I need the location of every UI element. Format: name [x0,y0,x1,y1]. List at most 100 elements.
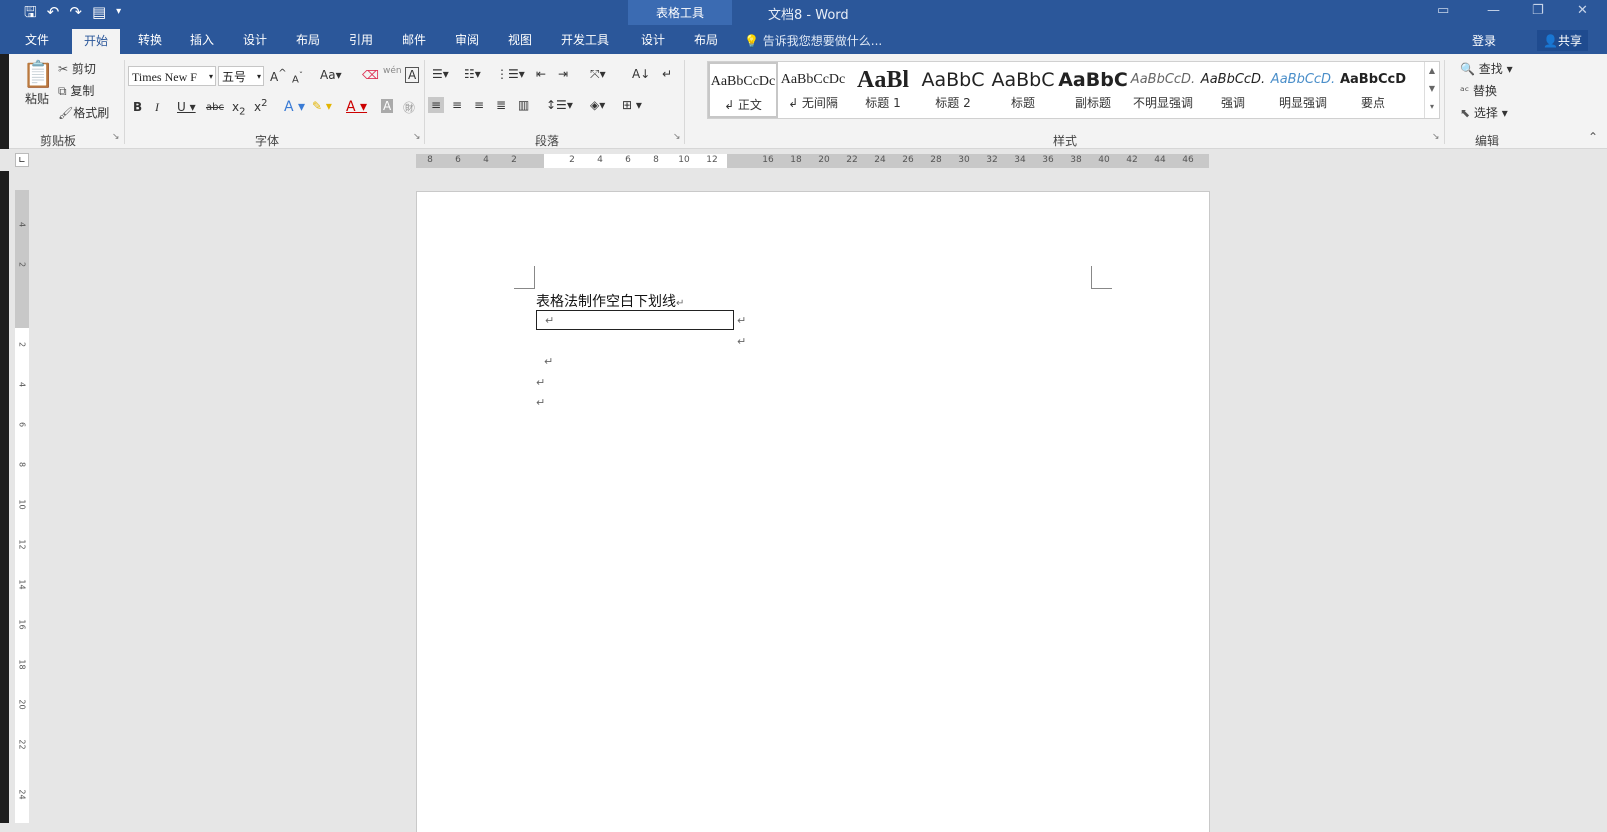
text-effects-icon[interactable]: A ▾ [284,99,305,115]
subscript-button[interactable]: x2 [232,100,245,117]
gallery-more-icon[interactable]: ▾ [1425,98,1439,116]
style-subtle-emphasis[interactable]: AaBbCcD. 不明显强调 [1128,62,1198,118]
numbering-icon[interactable]: ☷▾ [464,67,481,81]
vertical-ruler[interactable]: 4 2 2 4 6 8 10 12 14 16 18 20 22 24 [15,190,29,823]
gallery-scroll[interactable]: ▲ ▼ ▾ [1424,62,1439,118]
close-icon[interactable]: ✕ [1577,3,1588,18]
format-painter-button[interactable]: 🖌格式刷 [58,104,109,121]
chevron-down-icon[interactable]: ▼ [1425,80,1439,98]
grow-font-button[interactable]: A^ [270,68,287,84]
superscript-button[interactable]: x2 [254,98,267,114]
line-spacing-icon[interactable]: ↕☰▾ [546,98,573,112]
editing-group-label: 编辑 [1475,134,1500,148]
increase-indent-icon[interactable]: ⇥ [558,67,568,81]
login-link[interactable]: 登录 [1472,32,1496,49]
enclose-characters-icon[interactable]: ㊖ [403,99,415,116]
tab-home[interactable]: 开始 [72,29,121,55]
align-left-icon[interactable]: ≡ [428,97,445,113]
tab-layout[interactable]: 布局 [296,31,320,48]
margin-corner-mark [514,266,535,289]
style-intense-emphasis[interactable]: AaBbCcD. 明显强调 [1268,62,1338,118]
chinese-layout-icon[interactable]: ⤧▾ [590,67,606,82]
clipboard-group-label: 剪贴板 [40,134,77,148]
style-heading-1[interactable]: AaBl 标题 1 [848,62,918,118]
ribbon-display-options-icon[interactable]: ▭ [1437,3,1449,18]
ruler-tick-label: 2 [17,341,27,348]
tab-insert[interactable]: 插入 [190,31,214,48]
clear-formatting-icon[interactable]: ⌫ [362,68,379,82]
tab-references[interactable]: 引用 [349,31,373,48]
styles-launcher-icon[interactable]: ↘ [1432,132,1440,142]
paste-button[interactable]: 📋 粘贴 [22,60,54,106]
replace-icon: ᵃᶜ [1460,84,1470,98]
tab-table-design[interactable]: 设计 [641,31,665,48]
cut-button[interactable]: ✂ 剪切 [58,60,96,77]
tab-file[interactable]: 文件 [25,31,49,48]
style-title[interactable]: AaBbC 标题 [988,62,1058,118]
shading-icon[interactable]: ◈▾ [590,98,605,112]
document-paragraph[interactable]: 表格法制作空白下划线↵ [536,291,684,311]
style-heading-2[interactable]: AaBbC 标题 2 [918,62,988,118]
tab-table-layout[interactable]: 布局 [694,31,718,48]
tab-mailings[interactable]: 邮件 [402,31,426,48]
highlight-icon[interactable]: ✎ ▾ [312,99,332,113]
customize-qat-icon[interactable]: ▾ [116,2,121,22]
redo-icon[interactable]: ↷ [69,2,82,22]
font-color-icon[interactable]: A ▾ [346,99,367,115]
touch-mode-icon[interactable]: ▤ [92,2,106,22]
borders-icon[interactable]: ⊞ ▾ [622,98,642,112]
font-launcher-icon[interactable]: ↘ [413,132,421,142]
phonetic-guide-icon[interactable]: wén [383,66,402,76]
style-strong[interactable]: AaBbCcD 要点 [1338,62,1408,118]
change-case-button[interactable]: Aa▾ [320,68,342,82]
font-name-combo[interactable]: Times New F ▾ [128,66,216,86]
save-icon[interactable]: 🖫 [24,2,37,22]
multilevel-list-icon[interactable]: ⋮☰▾ [496,67,525,81]
minimize-icon[interactable]: — [1487,3,1500,18]
tab-developer[interactable]: 开发工具 [561,31,609,48]
decrease-indent-icon[interactable]: ⇤ [536,67,546,81]
tab-review[interactable]: 审阅 [455,31,479,48]
style-emphasis[interactable]: AaBbCcD. 强调 [1198,62,1268,118]
font-size-combo[interactable]: 五号 ▾ [218,66,264,86]
style-no-spacing[interactable]: AaBbCcDc ↲ 无间隔 [778,62,848,118]
align-center-icon[interactable]: ≡ [452,98,462,112]
table-cell[interactable]: ↵ [536,310,734,330]
cell-end-mark: ↵ [545,314,555,327]
restore-icon[interactable]: ❐ [1532,3,1544,18]
tab-convert[interactable]: 转换 [138,31,162,48]
justify-icon[interactable]: ≣ [496,98,506,112]
show-marks-icon[interactable]: ↵ [662,67,672,81]
replace-button[interactable]: ᵃᶜ 替换 [1460,82,1497,99]
tab-selector-icon[interactable]: ∟ [15,153,29,167]
copy-button[interactable]: ⧉ 复制 [58,82,94,99]
undo-icon[interactable]: ↶ [47,2,60,22]
tell-me-search[interactable]: 💡 告诉我您想要做什么... [744,32,882,49]
distributed-icon[interactable]: ▥ [518,98,529,112]
bullets-icon[interactable]: ☰▾ [432,67,449,81]
ruler-tick-label: 12 [17,539,27,550]
chevron-down-icon: ▾ [256,72,261,81]
italic-button[interactable]: I [155,100,159,115]
share-button[interactable]: 👤共享 [1537,30,1588,51]
tab-design[interactable]: 设计 [243,31,267,48]
horizontal-ruler[interactable]: 8 6 4 2 2 4 6 8 10 12 16 18 20 22 24 26 28 30 32 34 36 38 40 42… [416,154,1209,168]
align-right-icon[interactable]: ≡ [474,98,484,112]
tab-view[interactable]: 视图 [508,31,532,48]
style-normal[interactable]: AaBbCcDc ↲ 正文 [708,62,778,118]
clipboard-launcher-icon[interactable]: ↘ [112,132,120,142]
character-shading-icon[interactable]: A [381,99,394,113]
shrink-font-button[interactable]: Aˇ [292,70,303,85]
strikethrough-button[interactable]: abc [206,102,224,113]
sort-icon[interactable]: A↓ [632,67,650,81]
bold-button[interactable]: B [133,100,142,114]
chevron-up-icon[interactable]: ▲ [1425,62,1439,80]
paragraph-launcher-icon[interactable]: ↘ [673,132,681,142]
collapse-ribbon-icon[interactable]: ⌃ [1588,130,1598,144]
style-subtitle[interactable]: AaBbC 副标题 [1058,62,1128,118]
character-border-icon[interactable]: A [405,67,420,83]
paragraph-group-label: 段落 [535,134,560,148]
underline-button[interactable]: U ▾ [177,100,196,114]
find-button[interactable]: 🔍 查找 ▾ [1460,60,1513,77]
select-button[interactable]: ⬉ 选择 ▾ [1460,104,1508,121]
